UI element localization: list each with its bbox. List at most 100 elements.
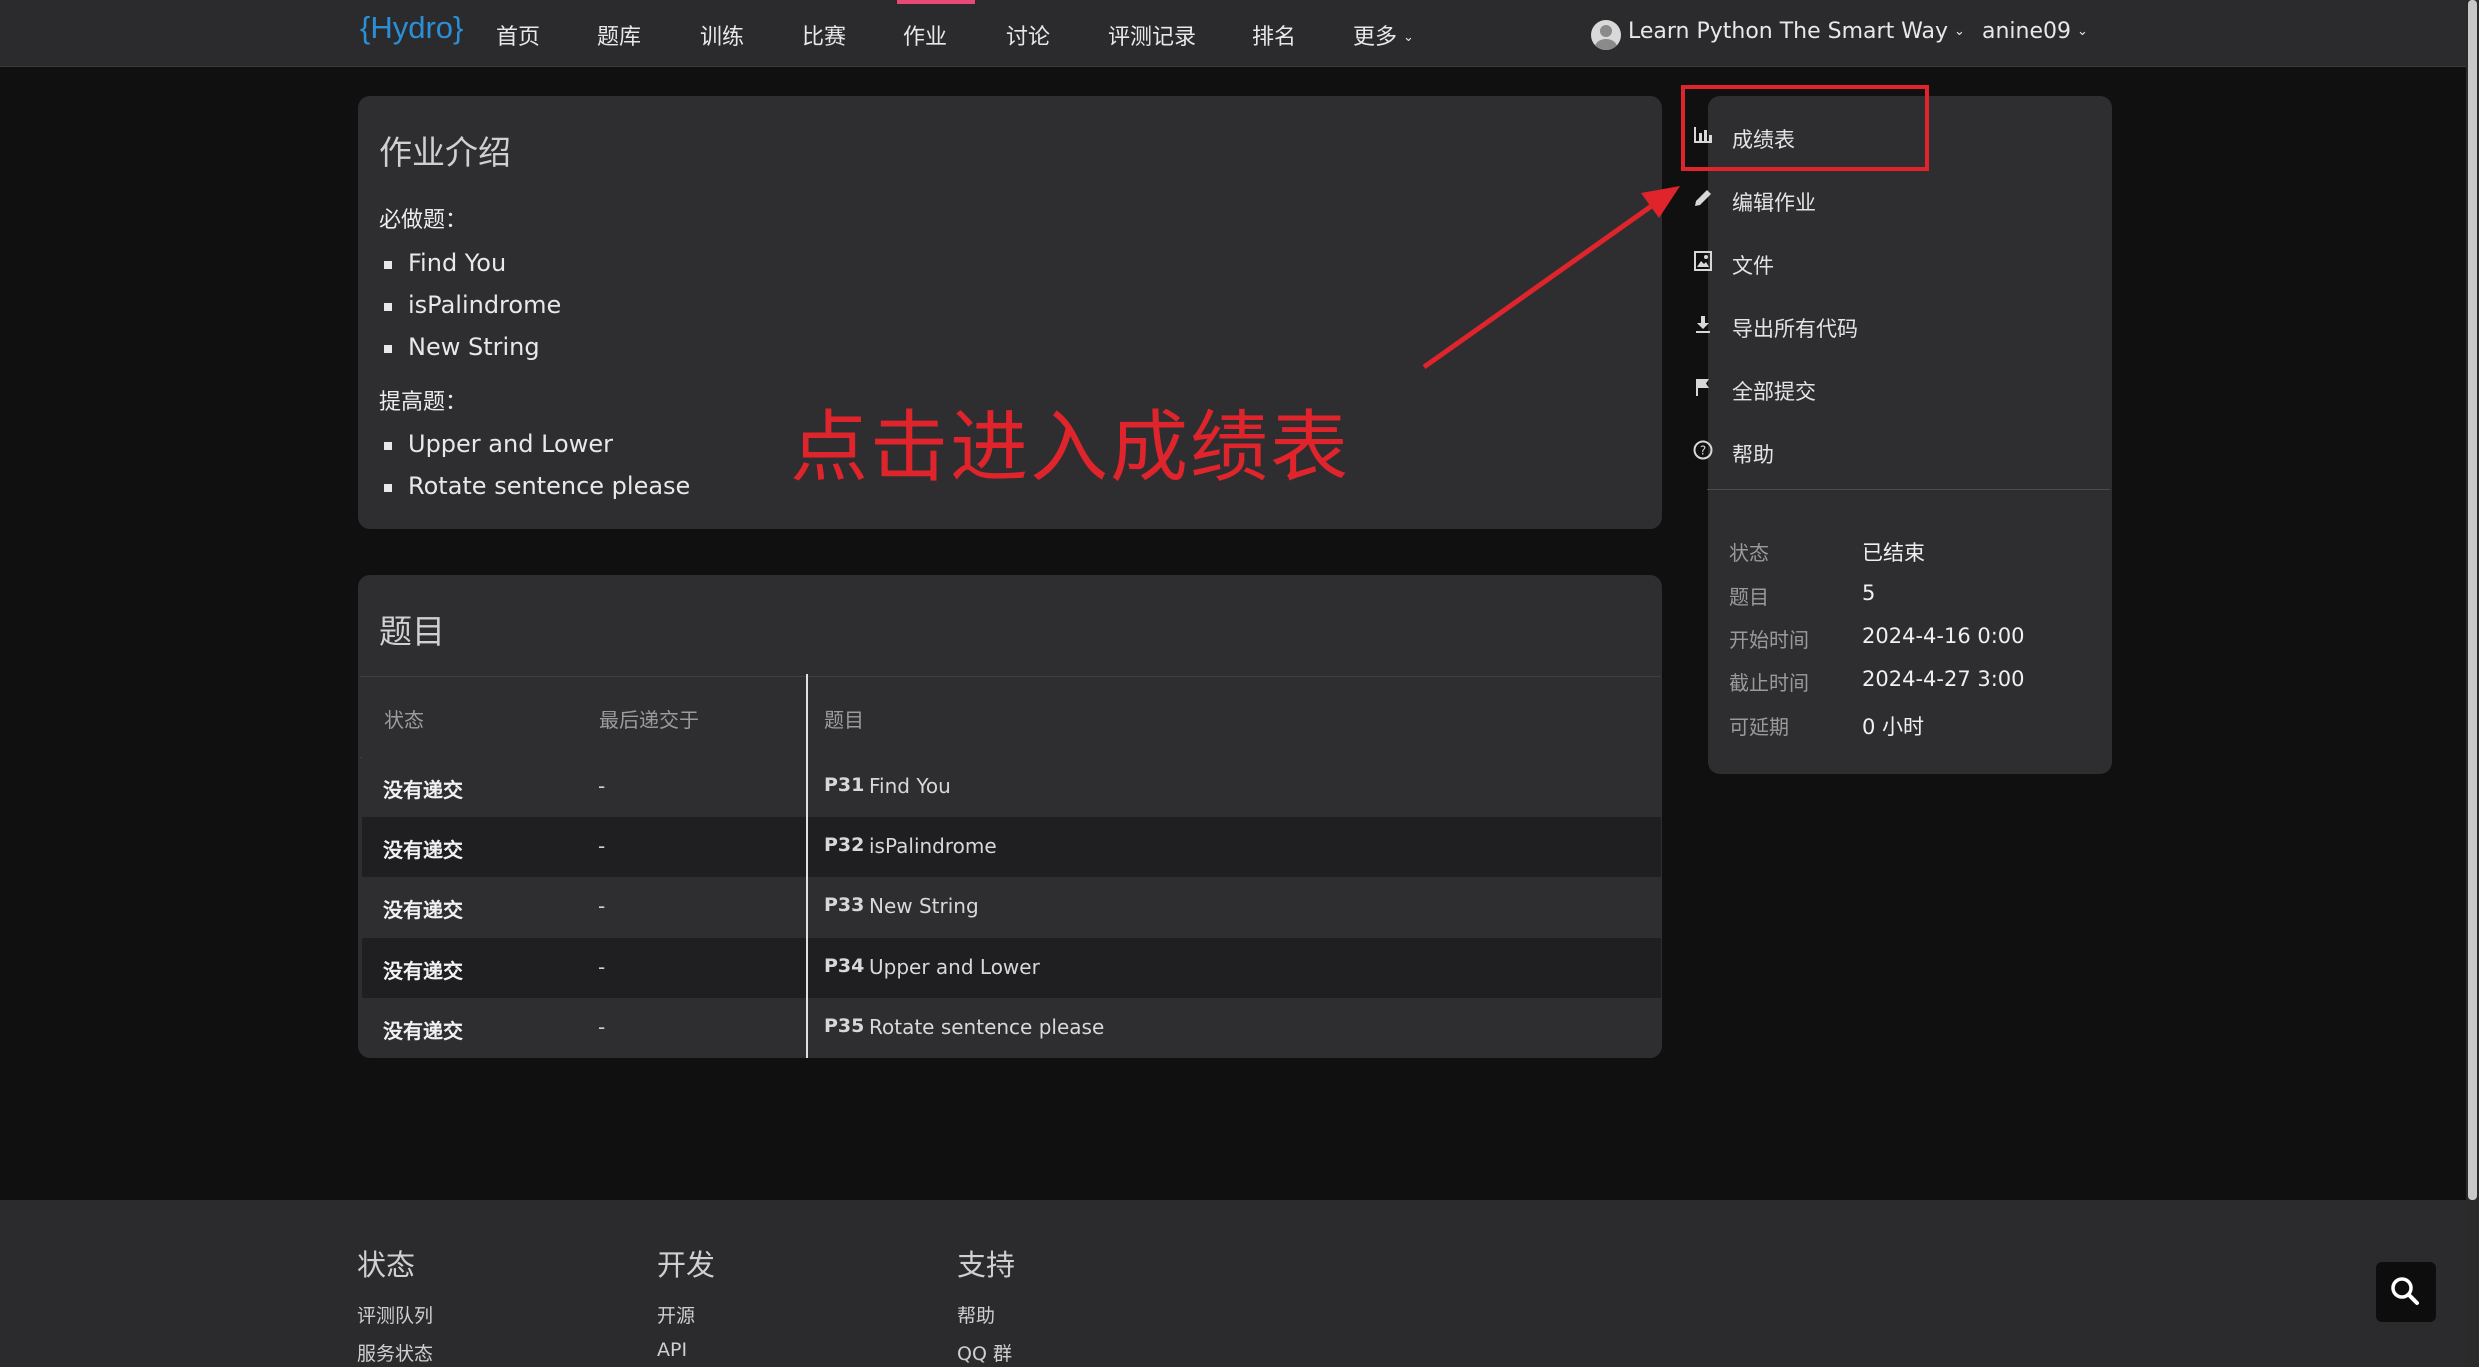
row-status: 没有递交: [383, 898, 463, 922]
table-row: 没有递交 - P33 New String: [362, 877, 1661, 937]
row-last-submit: -: [598, 955, 606, 979]
problems-title: 题目: [379, 612, 445, 651]
required-item: isPalindrome: [383, 291, 562, 319]
chevron-down-icon: ⌄: [1403, 30, 1414, 45]
search-icon: [2391, 1277, 2419, 1305]
row-status: 没有递交: [383, 778, 463, 802]
menu-edit-homework[interactable]: 编辑作业: [1695, 187, 1816, 217]
domain-switcher[interactable]: Learn Python The Smart Way ⌄: [1628, 19, 1965, 44]
page-scrollbar[interactable]: [2466, 0, 2479, 1367]
row-problem-link[interactable]: isPalindrome: [869, 834, 997, 858]
nav-training[interactable]: 训练: [700, 19, 744, 51]
header-last-submit: 最后递交于: [599, 708, 699, 732]
menu-files[interactable]: 文件: [1694, 250, 1774, 280]
menu-edit-label: 编辑作业: [1732, 191, 1816, 215]
menu-help-label: 帮助: [1732, 443, 1774, 467]
row-problem-id[interactable]: P32: [824, 834, 864, 856]
row-problem-id[interactable]: P35: [824, 1015, 864, 1037]
footer-link-opensource[interactable]: 开源: [657, 1301, 695, 1328]
table-row: 没有递交 - P35 Rotate sentence please: [362, 998, 1661, 1058]
advanced-item: Rotate sentence please: [383, 472, 691, 500]
info-status-value: 已结束: [1862, 541, 1925, 565]
row-status: 没有递交: [383, 1019, 463, 1043]
advanced-item: Upper and Lower: [384, 430, 613, 458]
menu-all-submissions[interactable]: 全部提交: [1696, 376, 1816, 406]
page-footer: 状态 评测队列 服务状态 开发 开源 API 支持 帮助 QQ 群: [0, 1200, 2466, 1367]
row-problem-link[interactable]: New String: [869, 894, 979, 918]
file-image-icon: [1694, 251, 1712, 271]
nav-contest[interactable]: 比赛: [802, 19, 846, 51]
row-problem-link[interactable]: Find You: [869, 774, 951, 798]
footer-link-qq-group[interactable]: QQ 群: [957, 1339, 1012, 1366]
scrollbar-thumb[interactable]: [2468, 0, 2477, 1200]
row-problem-link[interactable]: Rotate sentence please: [869, 1015, 1104, 1039]
required-item: New String: [384, 333, 540, 361]
table-row: 没有递交 - P32 isPalindrome: [362, 817, 1661, 877]
footer-dev-heading: 开发: [657, 1248, 716, 1282]
table-row: 没有递交 - P34 Upper and Lower: [362, 938, 1661, 998]
required-item: Find You: [383, 249, 507, 277]
footer-link-api[interactable]: API: [657, 1339, 687, 1361]
annotation-highlight-box: [1681, 85, 1929, 171]
info-problems-key: 题目: [1729, 585, 1769, 609]
sidebar-divider: [1707, 489, 2110, 490]
info-start-value: 2024-4-16 0:00: [1862, 624, 2025, 648]
nav-discussion[interactable]: 讨论: [1006, 19, 1050, 51]
footer-link-help[interactable]: 帮助: [957, 1301, 995, 1328]
flag-icon: [1696, 379, 1709, 396]
row-last-submit: -: [598, 774, 606, 798]
info-status-key: 状态: [1729, 541, 1769, 565]
footer-link-service-status[interactable]: 服务状态: [357, 1339, 433, 1366]
row-problem-id[interactable]: P34: [824, 955, 864, 977]
domain-label: Learn Python The Smart Way: [1628, 19, 1949, 44]
row-problem-id[interactable]: P33: [824, 894, 864, 916]
chevron-down-icon: ⌄: [1954, 24, 1965, 39]
help-circle-icon: ?: [1693, 440, 1713, 460]
user-menu[interactable]: anine09 ⌄: [1982, 19, 2088, 44]
active-tab-indicator: [897, 0, 975, 4]
row-status: 没有递交: [383, 959, 463, 983]
row-problem-id[interactable]: P31: [824, 774, 864, 796]
pencil-icon: [1695, 190, 1711, 206]
header-problem: 题目: [824, 708, 864, 732]
footer-status-heading: 状态: [357, 1248, 416, 1282]
info-problems-value: 5: [1862, 581, 1876, 605]
search-button[interactable]: [2376, 1262, 2436, 1322]
row-status: 没有递交: [383, 838, 463, 862]
info-extension-key: 可延期: [1729, 715, 1789, 739]
info-deadline-key: 截止时间: [1729, 671, 1809, 695]
info-deadline-value: 2024-4-27 3:00: [1862, 667, 2025, 691]
info-extension-value: 0 小时: [1862, 715, 1925, 739]
info-start-key: 开始时间: [1729, 628, 1809, 652]
nav-more[interactable]: 更多 ⌄: [1353, 19, 1414, 51]
nav-more-label: 更多: [1353, 25, 1398, 50]
table-row: 没有递交 - P31 Find You: [362, 757, 1661, 817]
footer-link-judge-queue[interactable]: 评测队列: [357, 1301, 433, 1328]
footer-support-heading: 支持: [957, 1248, 1016, 1282]
user-avatar-icon[interactable]: [1591, 20, 1621, 50]
row-last-submit: -: [598, 894, 606, 918]
menu-help[interactable]: ? 帮助: [1693, 439, 1774, 469]
row-last-submit: -: [598, 1015, 606, 1039]
nav-home[interactable]: 首页: [496, 19, 540, 51]
row-problem-link[interactable]: Upper and Lower: [869, 955, 1040, 979]
menu-files-label: 文件: [1732, 254, 1774, 278]
download-icon: [1696, 316, 1710, 333]
chevron-down-icon: ⌄: [2077, 24, 2088, 39]
advanced-label: 提高题：: [379, 390, 468, 415]
username-label: anine09: [1982, 19, 2072, 44]
menu-submissions-label: 全部提交: [1732, 380, 1816, 404]
problems-table-header: 状态 最后递交于 题目: [360, 676, 1661, 758]
hydro-logo[interactable]: {Hydro}: [360, 10, 463, 46]
nav-ranking[interactable]: 排名: [1252, 19, 1296, 51]
row-last-submit: -: [598, 834, 606, 858]
svg-text:?: ?: [1700, 444, 1706, 458]
menu-export-label: 导出所有代码: [1732, 317, 1858, 341]
menu-export-code[interactable]: 导出所有代码: [1696, 313, 1858, 343]
column-divider: [806, 674, 808, 1058]
nav-problems[interactable]: 题库: [597, 19, 641, 51]
nav-records[interactable]: 评测记录: [1108, 19, 1196, 51]
nav-homework[interactable]: 作业: [903, 19, 947, 51]
top-navbar: {Hydro} 首页 题库 训练 比赛 作业 讨论 评测记录 排名 更多 ⌄ Le…: [0, 0, 2466, 67]
header-status: 状态: [384, 708, 424, 732]
